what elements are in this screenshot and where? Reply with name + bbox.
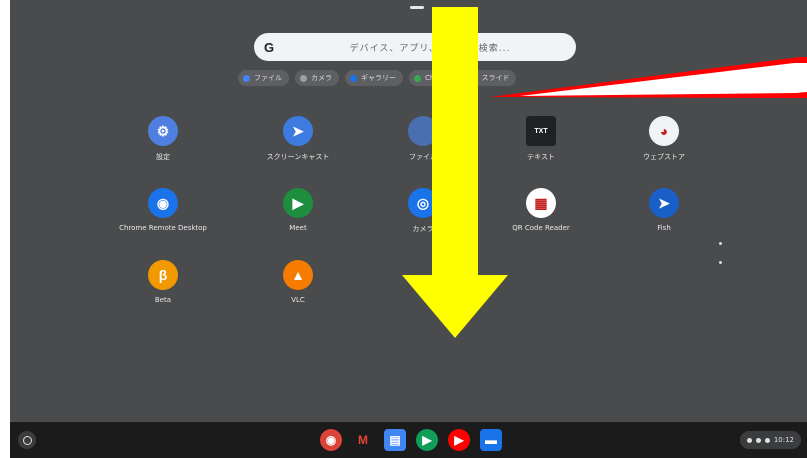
meet-icon: ▶	[283, 188, 313, 218]
launcher-circle-icon	[22, 435, 32, 445]
play-store-icon[interactable]: ▶	[416, 429, 438, 451]
suggestion-label: ファイル	[254, 74, 282, 82]
google-g-icon: G	[263, 39, 275, 55]
vlc-icon: ▲	[283, 260, 313, 290]
wifi-icon	[755, 437, 761, 443]
battery-icon	[764, 437, 770, 443]
app-label: Fish	[657, 224, 671, 232]
notification-icon	[746, 437, 752, 443]
fish-icon: ➤	[649, 188, 679, 218]
page-dot[interactable]	[719, 261, 722, 264]
app-tile[interactable]: ⚙ 設定	[118, 116, 208, 162]
suggestion-icon	[243, 74, 250, 82]
suggestion-icon	[350, 74, 357, 82]
app-label: ウェブストア	[643, 153, 685, 161]
app-label: Chrome Remote Desktop	[119, 224, 207, 232]
suggestion-chip[interactable]: カメラ	[295, 70, 339, 86]
launcher-screen: G デバイス、アプリ、ウェブを検索... ファイル カメラ ギャラリー Chrome ス…	[10, 0, 807, 458]
app-tile[interactable]: ◕ ウェブストア	[619, 116, 709, 162]
suggestion-chip[interactable]: ギャラリー	[345, 70, 403, 86]
panda-icon: ◉	[148, 188, 178, 218]
suggestion-label: カメラ	[311, 74, 332, 82]
app-label: スクリーンキャスト	[266, 153, 330, 161]
clock-text: 10:12	[773, 436, 794, 444]
suggestion-icon	[470, 74, 478, 82]
text-icon: TXT	[526, 116, 556, 146]
suggestion-chip[interactable]: ファイル	[238, 70, 289, 86]
suggestion-chip[interactable]: スライド	[465, 70, 517, 86]
launcher-button[interactable]	[18, 431, 36, 449]
gmail-icon[interactable]: M	[352, 429, 374, 451]
suggestion-chip[interactable]: Chrome	[409, 70, 460, 86]
youtube-icon[interactable]: ▶	[448, 429, 470, 451]
app-tile[interactable]: ◎ カメラ	[378, 188, 468, 234]
screencast-icon: ➤	[283, 116, 313, 146]
shelf: ◉ M ▤ ▶ ▶ ▬ 10:12	[10, 422, 807, 458]
qr-code-icon: ▦	[526, 188, 556, 218]
app-label: Meet	[289, 224, 307, 232]
messages-icon[interactable]: ▬	[480, 429, 502, 451]
app-tile[interactable]: ファイル	[378, 116, 468, 162]
drag-handle[interactable]	[410, 6, 424, 9]
suggestion-icon	[414, 74, 421, 82]
search-input[interactable]: デバイス、アプリ、ウェブを検索...	[284, 41, 576, 54]
app-label: ファイル	[409, 153, 437, 161]
app-tile[interactable]: ◉ Chrome Remote Desktop	[118, 188, 208, 232]
page-indicator[interactable]	[719, 242, 722, 280]
suggestion-icon	[300, 74, 307, 82]
app-tile[interactable]: ➤ Fish	[619, 188, 709, 232]
camera-icon: ◎	[408, 188, 438, 218]
docs-icon[interactable]: ▤	[384, 429, 406, 451]
page-dot[interactable]	[719, 242, 722, 245]
app-label: テキスト	[527, 153, 555, 161]
app-tile[interactable]: ▲ VLC	[253, 260, 343, 304]
dock: ◉ M ▤ ▶ ▶ ▬	[320, 429, 502, 451]
suggestion-label: Chrome	[425, 74, 453, 82]
app-tile[interactable]: TXT テキスト	[496, 116, 586, 162]
suggestion-chips: ファイル カメラ ギャラリー Chrome スライド	[238, 70, 517, 86]
app-tile[interactable]: β Beta	[118, 260, 208, 304]
search-box[interactable]: G デバイス、アプリ、ウェブを検索...	[254, 33, 576, 61]
app-tile[interactable]: ▶ Meet	[253, 188, 343, 232]
app-label: QR Code Reader	[512, 224, 570, 232]
web-store-icon: ◕	[649, 116, 679, 146]
beta-icon: β	[148, 260, 178, 290]
settings-icon: ⚙	[148, 116, 178, 146]
suggestion-label: スライド	[481, 74, 510, 82]
app-label: Beta	[154, 296, 172, 304]
app-tile[interactable]: ▦ QR Code Reader	[496, 188, 586, 232]
chrome-icon[interactable]: ◉	[320, 429, 342, 451]
app-label: カメラ	[412, 225, 434, 233]
app-label: VLC	[291, 296, 305, 304]
app-tile[interactable]: ➤ スクリーンキャスト	[253, 116, 343, 162]
suggestion-label: ギャラリー	[361, 74, 396, 82]
app-label: 設定	[156, 153, 170, 161]
files-icon	[408, 116, 438, 146]
status-tray[interactable]: 10:12	[739, 431, 801, 449]
